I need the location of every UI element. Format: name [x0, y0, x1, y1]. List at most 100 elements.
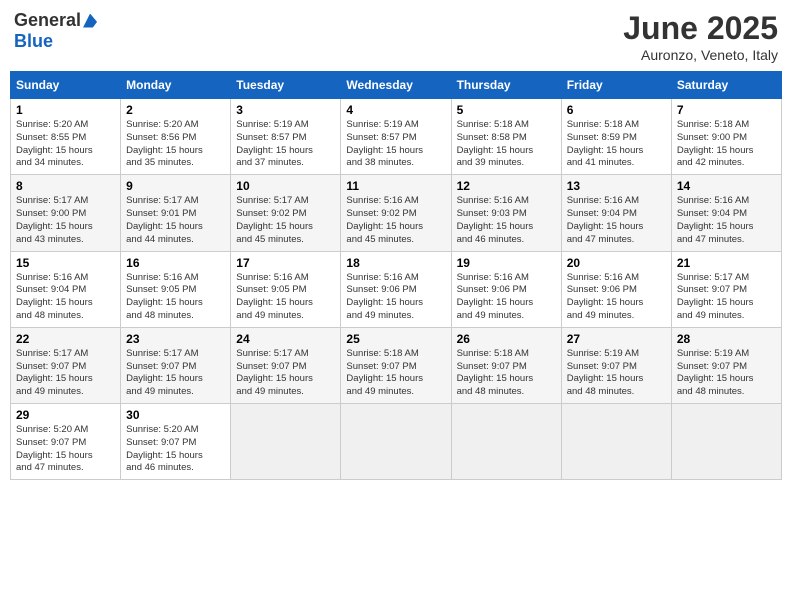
calendar-day-cell: 28 Sunrise: 5:19 AM Sunset: 9:07 PM Dayli… [671, 327, 781, 403]
day-number: 27 [567, 332, 666, 346]
day-number: 4 [346, 103, 445, 117]
day-info: Sunrise: 5:18 AM Sunset: 9:07 PM Dayligh… [346, 348, 445, 399]
weekday-header-sunday: Sunday [11, 72, 121, 99]
calendar-week-row: 8 Sunrise: 5:17 AM Sunset: 9:00 PM Daylig… [11, 175, 782, 251]
day-number: 8 [16, 179, 115, 193]
day-info: Sunrise: 5:17 AM Sunset: 9:01 PM Dayligh… [126, 195, 225, 246]
day-number: 13 [567, 179, 666, 193]
calendar-day-cell: 6Sunrise: 5:18 AM Sunset: 8:59 PM Daylig… [561, 99, 671, 175]
location: Auronzo, Veneto, Italy [623, 47, 778, 63]
calendar-week-row: 22 Sunrise: 5:17 AM Sunset: 9:07 PM Dayli… [11, 327, 782, 403]
day-info: Sunrise: 5:17 AM Sunset: 9:00 PM Dayligh… [16, 195, 115, 246]
calendar-day-cell [671, 404, 781, 480]
day-info: Sunrise: 5:16 AM Sunset: 9:06 PM Dayligh… [346, 272, 445, 323]
day-info: Sunrise: 5:18 AM Sunset: 9:07 PM Dayligh… [457, 348, 556, 399]
weekday-header-saturday: Saturday [671, 72, 781, 99]
calendar-day-cell: 9Sunrise: 5:17 AM Sunset: 9:01 PM Daylig… [121, 175, 231, 251]
day-info: Sunrise: 5:20 AM Sunset: 8:55 PM Dayligh… [16, 119, 115, 170]
day-info: Sunrise: 5:19 AM Sunset: 8:57 PM Dayligh… [236, 119, 335, 170]
calendar-day-cell: 23 Sunrise: 5:17 AM Sunset: 9:07 PM Dayli… [121, 327, 231, 403]
day-number: 21 [677, 256, 776, 270]
calendar-day-cell: 24Sunrise: 5:17 AM Sunset: 9:07 PM Dayli… [231, 327, 341, 403]
calendar-day-cell: 19Sunrise: 5:16 AM Sunset: 9:06 PM Dayli… [451, 251, 561, 327]
weekday-header-friday: Friday [561, 72, 671, 99]
calendar-day-cell: 2Sunrise: 5:20 AM Sunset: 8:56 PM Daylig… [121, 99, 231, 175]
day-number: 5 [457, 103, 556, 117]
day-number: 26 [457, 332, 556, 346]
logo-blue-text: Blue [14, 31, 53, 52]
calendar-day-cell: 15 Sunrise: 5:16 AM Sunset: 9:04 PM Dayli… [11, 251, 121, 327]
calendar-day-cell: 22 Sunrise: 5:17 AM Sunset: 9:07 PM Dayli… [11, 327, 121, 403]
calendar-day-cell: 26 Sunrise: 5:18 AM Sunset: 9:07 PM Dayli… [451, 327, 561, 403]
calendar-day-cell: 4Sunrise: 5:19 AM Sunset: 8:57 PM Daylig… [341, 99, 451, 175]
calendar-day-cell: 3 Sunrise: 5:19 AM Sunset: 8:57 PM Daylig… [231, 99, 341, 175]
calendar-day-cell: 11 Sunrise: 5:16 AM Sunset: 9:02 PM Dayli… [341, 175, 451, 251]
day-number: 1 [16, 103, 115, 117]
calendar-week-row: 29 Sunrise: 5:20 AM Sunset: 9:07 PM Dayli… [11, 404, 782, 480]
weekday-header-wednesday: Wednesday [341, 72, 451, 99]
day-number: 20 [567, 256, 666, 270]
day-info: Sunrise: 5:16 AM Sunset: 9:02 PM Dayligh… [346, 195, 445, 246]
day-number: 15 [16, 256, 115, 270]
calendar-day-cell: 5 Sunrise: 5:18 AM Sunset: 8:58 PM Daylig… [451, 99, 561, 175]
weekday-header-tuesday: Tuesday [231, 72, 341, 99]
day-number: 23 [126, 332, 225, 346]
day-number: 6 [567, 103, 666, 117]
calendar-table: SundayMondayTuesdayWednesdayThursdayFrid… [10, 71, 782, 480]
calendar-day-cell: 29 Sunrise: 5:20 AM Sunset: 9:07 PM Dayli… [11, 404, 121, 480]
calendar-week-row: 15 Sunrise: 5:16 AM Sunset: 9:04 PM Dayli… [11, 251, 782, 327]
weekday-header-thursday: Thursday [451, 72, 561, 99]
day-number: 12 [457, 179, 556, 193]
calendar-day-cell [231, 404, 341, 480]
day-number: 16 [126, 256, 225, 270]
day-number: 22 [16, 332, 115, 346]
day-info: Sunrise: 5:16 AM Sunset: 9:04 PM Dayligh… [677, 195, 776, 246]
logo-general-text: General [14, 10, 81, 31]
day-number: 25 [346, 332, 445, 346]
day-number: 19 [457, 256, 556, 270]
day-info: Sunrise: 5:20 AM Sunset: 9:07 PM Dayligh… [16, 424, 115, 475]
day-number: 10 [236, 179, 335, 193]
calendar-day-cell: 14 Sunrise: 5:16 AM Sunset: 9:04 PM Dayli… [671, 175, 781, 251]
day-number: 3 [236, 103, 335, 117]
logo: General Blue [14, 10, 97, 52]
day-info: Sunrise: 5:16 AM Sunset: 9:04 PM Dayligh… [567, 195, 666, 246]
day-info: Sunrise: 5:18 AM Sunset: 9:00 PM Dayligh… [677, 119, 776, 170]
day-number: 30 [126, 408, 225, 422]
day-info: Sunrise: 5:17 AM Sunset: 9:07 PM Dayligh… [126, 348, 225, 399]
calendar-day-cell: 16 Sunrise: 5:16 AM Sunset: 9:05 PM Dayli… [121, 251, 231, 327]
calendar-week-row: 1 Sunrise: 5:20 AM Sunset: 8:55 PM Daylig… [11, 99, 782, 175]
calendar-day-cell [341, 404, 451, 480]
day-info: Sunrise: 5:18 AM Sunset: 8:58 PM Dayligh… [457, 119, 556, 170]
day-info: Sunrise: 5:17 AM Sunset: 9:07 PM Dayligh… [236, 348, 335, 399]
day-info: Sunrise: 5:20 AM Sunset: 8:56 PM Dayligh… [126, 119, 225, 170]
calendar-day-cell: 18 Sunrise: 5:16 AM Sunset: 9:06 PM Dayli… [341, 251, 451, 327]
calendar-day-cell: 21 Sunrise: 5:17 AM Sunset: 9:07 PM Dayli… [671, 251, 781, 327]
calendar-day-cell: 10 Sunrise: 5:17 AM Sunset: 9:02 PM Dayli… [231, 175, 341, 251]
day-info: Sunrise: 5:17 AM Sunset: 9:02 PM Dayligh… [236, 195, 335, 246]
day-info: Sunrise: 5:16 AM Sunset: 9:04 PM Dayligh… [16, 272, 115, 323]
calendar-day-cell [451, 404, 561, 480]
day-number: 11 [346, 179, 445, 193]
calendar-day-cell: 30 Sunrise: 5:20 AM Sunset: 9:07 PM Dayli… [121, 404, 231, 480]
calendar-day-cell: 17Sunrise: 5:16 AM Sunset: 9:05 PM Dayli… [231, 251, 341, 327]
day-info: Sunrise: 5:19 AM Sunset: 9:07 PM Dayligh… [567, 348, 666, 399]
day-number: 14 [677, 179, 776, 193]
calendar-day-cell: 25 Sunrise: 5:18 AM Sunset: 9:07 PM Dayli… [341, 327, 451, 403]
day-info: Sunrise: 5:20 AM Sunset: 9:07 PM Dayligh… [126, 424, 225, 475]
day-info: Sunrise: 5:16 AM Sunset: 9:05 PM Dayligh… [126, 272, 225, 323]
day-info: Sunrise: 5:16 AM Sunset: 9:06 PM Dayligh… [567, 272, 666, 323]
day-info: Sunrise: 5:17 AM Sunset: 9:07 PM Dayligh… [16, 348, 115, 399]
day-number: 29 [16, 408, 115, 422]
logo-icon [83, 14, 97, 28]
day-info: Sunrise: 5:17 AM Sunset: 9:07 PM Dayligh… [677, 272, 776, 323]
day-number: 17 [236, 256, 335, 270]
month-title: June 2025 [623, 10, 778, 47]
day-number: 28 [677, 332, 776, 346]
day-number: 18 [346, 256, 445, 270]
calendar-day-cell: 1 Sunrise: 5:20 AM Sunset: 8:55 PM Daylig… [11, 99, 121, 175]
calendar-day-cell: 27 Sunrise: 5:19 AM Sunset: 9:07 PM Dayli… [561, 327, 671, 403]
calendar-day-cell: 13 Sunrise: 5:16 AM Sunset: 9:04 PM Dayli… [561, 175, 671, 251]
day-info: Sunrise: 5:19 AM Sunset: 9:07 PM Dayligh… [677, 348, 776, 399]
weekday-header-row: SundayMondayTuesdayWednesdayThursdayFrid… [11, 72, 782, 99]
